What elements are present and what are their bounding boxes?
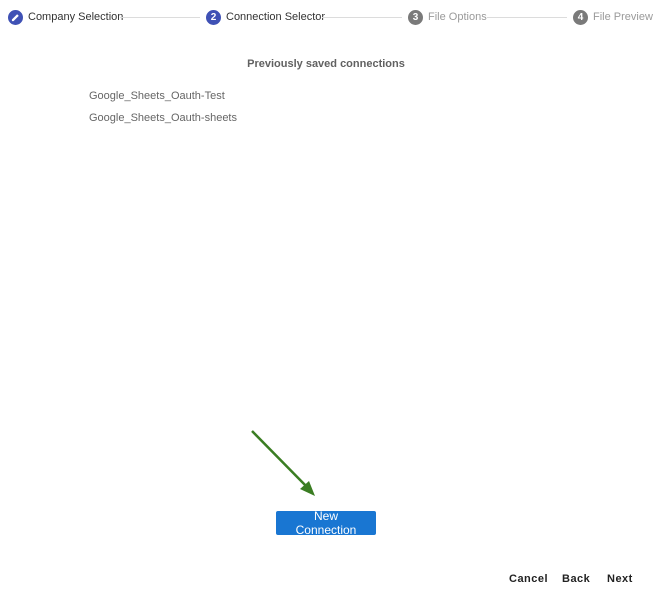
step-number-badge: 3 — [408, 9, 423, 25]
step-connector — [487, 17, 567, 18]
step-connection-selector[interactable]: 2 Connection Selector — [206, 9, 325, 25]
step-company-selection[interactable]: Company Selection — [8, 9, 123, 25]
next-button[interactable]: Next — [607, 573, 633, 585]
step-label: File Options — [428, 11, 487, 23]
step-label: Connection Selector — [226, 11, 326, 23]
stepper: Company Selection 2 Connection Selector … — [0, 0, 660, 36]
step-number-badge: 4 — [573, 9, 588, 25]
step-file-options[interactable]: 3 File Options — [408, 9, 487, 25]
step-number-badge: 2 — [206, 9, 221, 25]
step-label: File Preview — [593, 11, 653, 23]
step-connector — [120, 17, 200, 18]
saved-connection-item[interactable]: Google_Sheets_Oauth-Test — [89, 90, 225, 102]
section-title: Previously saved connections — [247, 58, 405, 70]
step-connector — [322, 17, 402, 18]
saved-connection-item[interactable]: Google_Sheets_Oauth-sheets — [89, 112, 237, 124]
step-label: Company Selection — [28, 11, 124, 23]
step-file-preview[interactable]: 4 File Preview — [573, 9, 653, 25]
new-connection-button[interactable]: New Connection — [276, 509, 376, 537]
cancel-button[interactable]: Cancel — [509, 573, 548, 585]
pencil-icon — [8, 9, 23, 25]
back-button[interactable]: Back — [562, 573, 590, 585]
